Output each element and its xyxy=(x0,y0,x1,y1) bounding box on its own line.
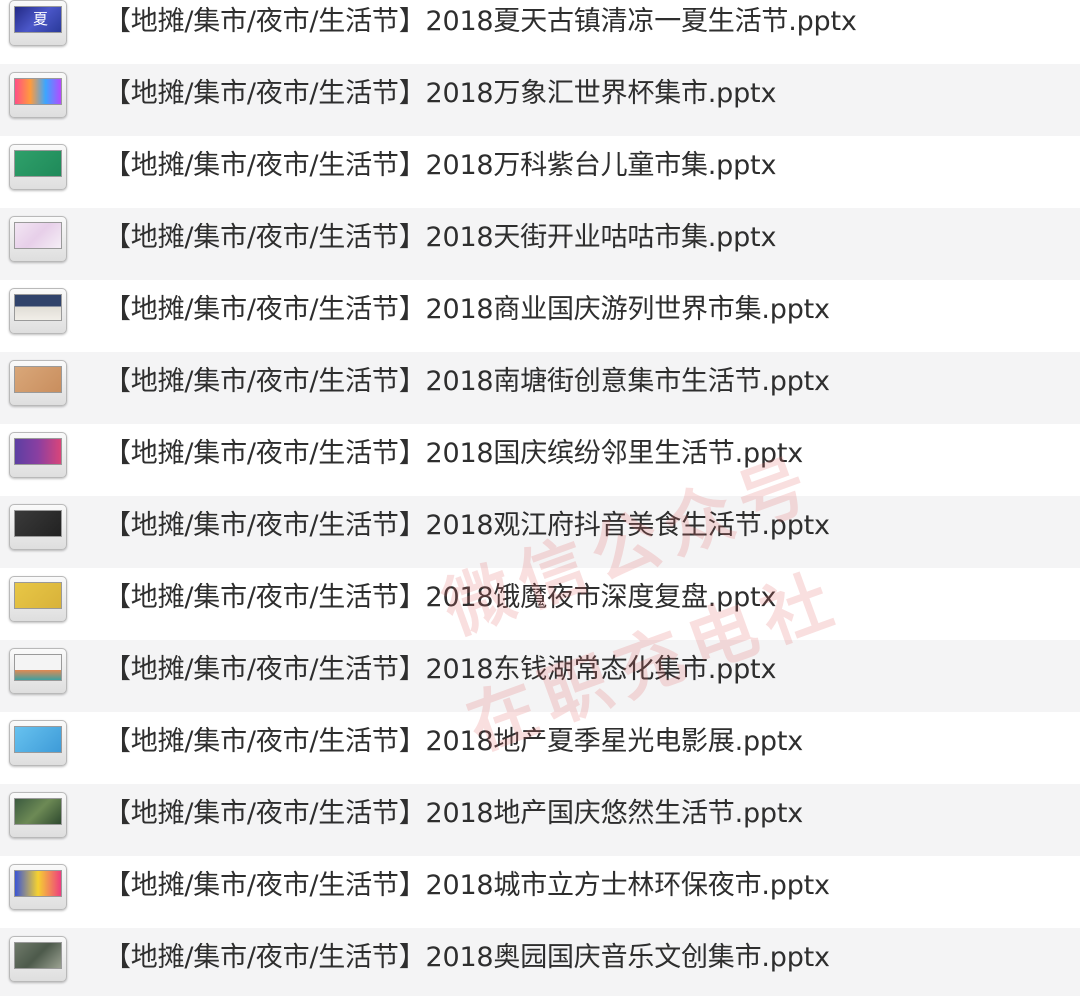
slide-preview xyxy=(14,438,62,465)
file-name[interactable]: 【地摊/集市/夜市/生活节】2018东钱湖常态化集市.pptx xyxy=(104,653,776,687)
file-row[interactable]: 【地摊/集市/夜市/生活节】2018饿魔夜市深度复盘.pptx xyxy=(0,568,1080,640)
slide-preview xyxy=(14,150,62,177)
slide-preview xyxy=(14,294,62,321)
file-row[interactable]: 【地摊/集市/夜市/生活节】2018东钱湖常态化集市.pptx xyxy=(0,640,1080,712)
slide-preview xyxy=(14,510,62,537)
file-row[interactable]: 【地摊/集市/夜市/生活节】2018商业国庆游列世界市集.pptx xyxy=(0,280,1080,352)
file-row[interactable]: 【地摊/集市/夜市/生活节】2018观江府抖音美食生活节.pptx xyxy=(0,496,1080,568)
slide-preview xyxy=(14,366,62,393)
file-row[interactable]: 夏 【地摊/集市/夜市/生活节】2018夏天古镇清凉一夏生活节.pptx xyxy=(0,0,1080,64)
file-row[interactable]: 【地摊/集市/夜市/生活节】2018城市立方士林环保夜市.pptx xyxy=(0,856,1080,928)
file-name[interactable]: 【地摊/集市/夜市/生活节】2018商业国庆游列世界市集.pptx xyxy=(104,293,830,327)
pptx-thumbnail-icon xyxy=(9,648,67,694)
pptx-thumbnail-icon xyxy=(9,504,67,550)
pptx-thumbnail-icon xyxy=(9,792,67,838)
file-row[interactable]: 【地摊/集市/夜市/生活节】2018地产夏季星光电影展.pptx xyxy=(0,712,1080,784)
file-name[interactable]: 【地摊/集市/夜市/生活节】2018南塘街创意集市生活节.pptx xyxy=(104,365,830,399)
file-name[interactable]: 【地摊/集市/夜市/生活节】2018观江府抖音美食生活节.pptx xyxy=(104,509,830,543)
file-list: 夏 【地摊/集市/夜市/生活节】2018夏天古镇清凉一夏生活节.pptx 【地摊/集… xyxy=(0,0,1080,996)
file-name[interactable]: 【地摊/集市/夜市/生活节】2018国庆缤纷邻里生活节.pptx xyxy=(104,437,803,471)
file-row[interactable]: 【地摊/集市/夜市/生活节】2018天街开业咕咕市集.pptx xyxy=(0,208,1080,280)
slide-preview xyxy=(14,870,62,897)
file-name[interactable]: 【地摊/集市/夜市/生活节】2018地产夏季星光电影展.pptx xyxy=(104,725,803,759)
slide-preview xyxy=(14,222,62,249)
pptx-thumbnail-icon xyxy=(9,360,67,406)
file-name[interactable]: 【地摊/集市/夜市/生活节】2018万科紫台儿童市集.pptx xyxy=(104,149,776,183)
file-name[interactable]: 【地摊/集市/夜市/生活节】2018城市立方士林环保夜市.pptx xyxy=(104,869,830,903)
pptx-thumbnail-icon xyxy=(9,216,67,262)
pptx-thumbnail-icon xyxy=(9,936,67,982)
pptx-thumbnail-icon xyxy=(9,720,67,766)
slide-preview-text: 夏 xyxy=(33,10,49,28)
pptx-thumbnail-icon xyxy=(9,432,67,478)
pptx-thumbnail-icon xyxy=(9,576,67,622)
slide-preview xyxy=(14,726,62,753)
pptx-thumbnail-icon xyxy=(9,72,67,118)
file-name[interactable]: 【地摊/集市/夜市/生活节】2018奥园国庆音乐文创集市.pptx xyxy=(104,941,830,975)
pptx-thumbnail-icon xyxy=(9,288,67,334)
file-name[interactable]: 【地摊/集市/夜市/生活节】2018地产国庆悠然生活节.pptx xyxy=(104,797,803,831)
slide-preview xyxy=(14,798,62,825)
slide-preview: 夏 xyxy=(14,6,62,33)
slide-preview xyxy=(14,582,62,609)
file-name[interactable]: 【地摊/集市/夜市/生活节】2018天街开业咕咕市集.pptx xyxy=(104,221,776,255)
file-row[interactable]: 【地摊/集市/夜市/生活节】2018万科紫台儿童市集.pptx xyxy=(0,136,1080,208)
file-name[interactable]: 【地摊/集市/夜市/生活节】2018饿魔夜市深度复盘.pptx xyxy=(104,581,776,615)
file-row[interactable]: 【地摊/集市/夜市/生活节】2018国庆缤纷邻里生活节.pptx xyxy=(0,424,1080,496)
pptx-thumbnail-icon: 夏 xyxy=(9,0,67,46)
file-row[interactable]: 【地摊/集市/夜市/生活节】2018南塘街创意集市生活节.pptx xyxy=(0,352,1080,424)
file-row[interactable]: 【地摊/集市/夜市/生活节】2018奥园国庆音乐文创集市.pptx xyxy=(0,928,1080,996)
file-name[interactable]: 【地摊/集市/夜市/生活节】2018夏天古镇清凉一夏生活节.pptx xyxy=(104,5,857,39)
pptx-thumbnail-icon xyxy=(9,864,67,910)
pptx-thumbnail-icon xyxy=(9,144,67,190)
file-row[interactable]: 【地摊/集市/夜市/生活节】2018万象汇世界杯集市.pptx xyxy=(0,64,1080,136)
file-row[interactable]: 【地摊/集市/夜市/生活节】2018地产国庆悠然生活节.pptx xyxy=(0,784,1080,856)
slide-preview xyxy=(14,942,62,969)
slide-preview xyxy=(14,78,62,105)
file-name[interactable]: 【地摊/集市/夜市/生活节】2018万象汇世界杯集市.pptx xyxy=(104,77,776,111)
slide-preview xyxy=(14,654,62,681)
